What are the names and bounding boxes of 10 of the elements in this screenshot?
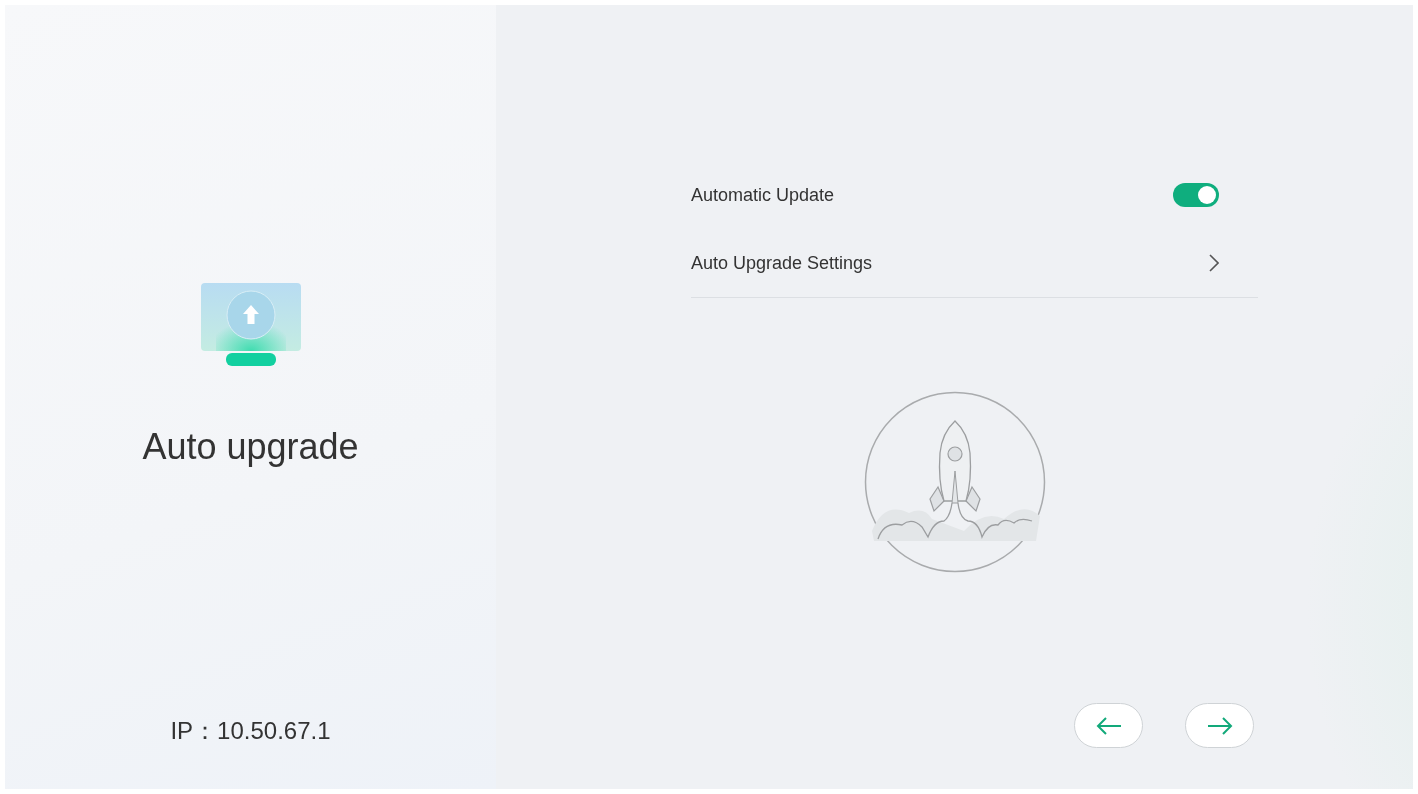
toggle-switch[interactable] xyxy=(1173,183,1219,207)
setting-label: Automatic Update xyxy=(691,184,835,206)
next-button[interactable] xyxy=(1185,703,1254,748)
page-title: Auto upgrade xyxy=(142,426,359,468)
arrow-left-icon xyxy=(1095,716,1122,735)
chevron-right-icon[interactable] xyxy=(1209,254,1219,272)
setting-label: Auto Upgrade Settings xyxy=(691,252,873,274)
back-button[interactable] xyxy=(1074,703,1143,748)
arrow-right-icon xyxy=(1206,716,1233,735)
ip-address: IP：10.50.67.1 xyxy=(170,716,331,746)
